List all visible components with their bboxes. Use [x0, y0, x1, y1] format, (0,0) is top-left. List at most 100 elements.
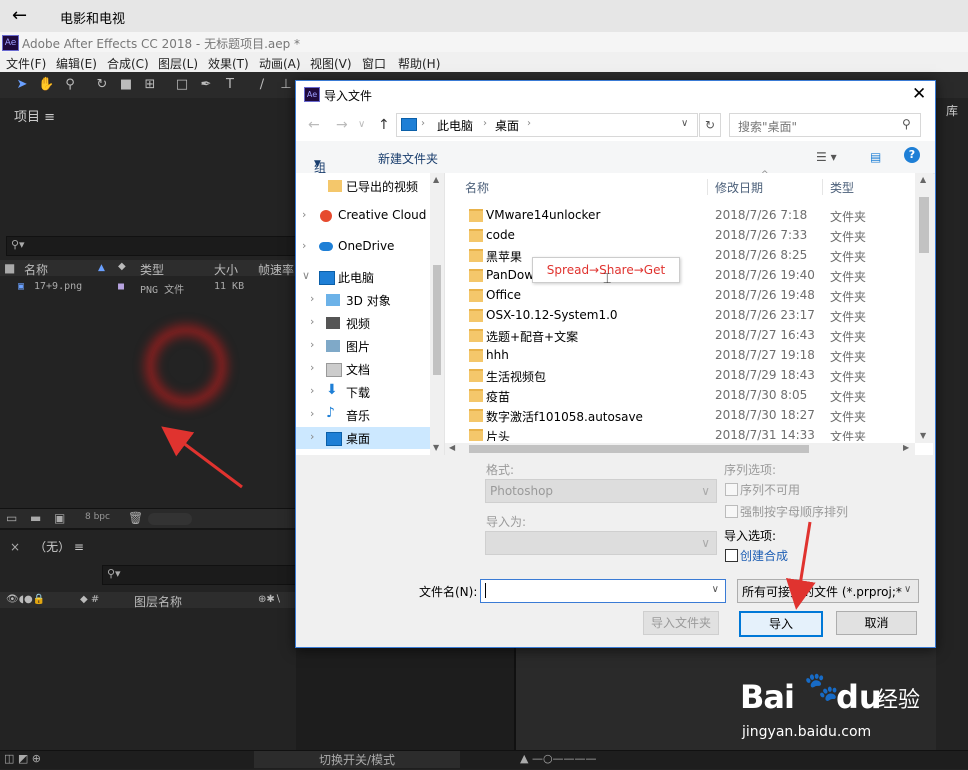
help-icon[interactable]: ? [904, 147, 920, 163]
breadcrumb-desktop[interactable]: 桌面 [495, 117, 519, 134]
up-icon[interactable]: ↑ [378, 117, 390, 133]
preview-pane-icon[interactable]: ▤ [870, 150, 881, 164]
chevron-down-icon[interactable]: ∨ [302, 269, 310, 282]
brush-tool-icon[interactable]: ∕ [254, 77, 270, 93]
scrollbar-thumb[interactable] [433, 265, 441, 375]
nav-scrollbar[interactable]: ▲ ▼ [430, 173, 444, 455]
nav-item-downloads[interactable]: › ⬇ 下载 [296, 381, 430, 403]
scrollbar-thumb[interactable] [469, 445, 809, 453]
column-size[interactable]: 大小 [214, 261, 238, 278]
hand-tool-icon[interactable]: ✋ [38, 77, 54, 93]
nav-item-3d-objects[interactable]: › 3D 对象 [296, 289, 430, 311]
address-bar[interactable]: › 此电脑 › 桌面 › ∨ [396, 113, 698, 137]
bit-depth-button[interactable]: 8 bpc [85, 512, 110, 522]
scroll-right-icon[interactable]: ▶ [903, 443, 909, 452]
menu-animation[interactable]: 动画(A) [259, 55, 301, 72]
recent-chevron-icon[interactable]: ∨ [358, 119, 365, 130]
menu-effect[interactable]: 效果(T) [208, 55, 249, 72]
timeline-zoom-slider[interactable]: ▲ —○———— [520, 752, 597, 765]
timeline-tab[interactable]: × （无） ≡ [10, 538, 84, 555]
file-row[interactable]: 黑苹果 2018/7/26 8:25 文件夹 [445, 245, 915, 265]
refresh-icon[interactable]: ↻ [699, 113, 721, 137]
library-tab[interactable]: 库 [946, 102, 958, 119]
toggle-switches-modes-button[interactable]: 切换开关/模式 [254, 751, 460, 768]
file-row[interactable]: VMware14unlocker 2018/7/26 7:18 文件夹 [445, 205, 915, 225]
chevron-right-icon[interactable]: › [302, 239, 306, 252]
file-row[interactable]: Office 2018/7/26 19:48 文件夹 [445, 285, 915, 305]
chevron-right-icon[interactable]: › [310, 430, 314, 443]
new-folder-button[interactable]: 新建文件夹 [378, 150, 438, 167]
back-arrow-icon[interactable]: ← [12, 5, 27, 26]
file-row[interactable]: 选题+配音+文案 2018/7/27 16:43 文件夹 [445, 325, 915, 345]
file-row[interactable]: 生活视频包 2018/7/29 18:43 文件夹 [445, 365, 915, 385]
nav-item-documents[interactable]: › 文档 [296, 358, 430, 380]
file-row[interactable]: 片头 2018/7/31 14:33 文件夹 [445, 425, 915, 441]
column-layer-name[interactable]: 图层名称 [134, 593, 182, 610]
zoom-tool-icon[interactable]: ⚲ [62, 77, 78, 93]
rotate-tool-icon[interactable]: ↻ [94, 77, 110, 93]
column-date[interactable]: 修改日期 [715, 179, 763, 196]
file-row[interactable]: OSX-10.12-System1.0 2018/7/26 23:17 文件夹 [445, 305, 915, 325]
menu-layer[interactable]: 图层(L) [158, 55, 198, 72]
file-row[interactable]: hhh 2018/7/27 19:18 文件夹 [445, 345, 915, 365]
file-row[interactable]: PanDown 2018/7/26 19:40 文件夹 [445, 265, 915, 285]
stamp-tool-icon[interactable]: ⊥ [278, 77, 294, 93]
panel-menu-icon[interactable]: ≡ [44, 110, 55, 125]
menu-window[interactable]: 窗口 [362, 55, 386, 72]
column-framerate[interactable]: 帧速率 [258, 261, 294, 278]
file-list-vscrollbar[interactable]: ▲ ▼ [915, 173, 933, 443]
status-icons[interactable]: ◫ ◩ ⊕ [4, 752, 41, 765]
delete-icon[interactable]: 🗑 [128, 511, 143, 525]
new-comp-icon[interactable]: ▣ [54, 511, 65, 525]
filetype-select[interactable]: 所有可接受的文件 (*.prproj;*.c ∨ [737, 579, 919, 603]
menu-view[interactable]: 视图(V) [310, 55, 352, 72]
rectangle-tool-icon[interactable]: □ [174, 77, 190, 93]
chevron-right-icon[interactable]: › [310, 407, 314, 420]
menu-file[interactable]: 文件(F) [6, 55, 46, 72]
scroll-down-icon[interactable]: ▼ [433, 443, 439, 452]
type-tool-icon[interactable]: T [222, 77, 238, 93]
nav-item-onedrive[interactable]: › OneDrive [296, 236, 430, 258]
close-icon[interactable]: ✕ [912, 84, 926, 104]
column-name[interactable]: 名称 [465, 179, 489, 196]
create-comp-label[interactable]: 创建合成 [740, 547, 788, 564]
chevron-right-icon[interactable]: › [310, 384, 314, 397]
menu-edit[interactable]: 编辑(E) [56, 55, 97, 72]
nav-item-pictures[interactable]: › 图片 [296, 335, 430, 357]
interpret-footage-icon[interactable]: ▭ [6, 511, 17, 525]
new-folder-icon[interactable]: ▬ [30, 511, 41, 525]
address-dropdown-icon[interactable]: ∨ [681, 118, 688, 129]
file-list-hscrollbar[interactable]: ◀ ▶ [445, 443, 915, 455]
back-icon[interactable]: ← [308, 117, 320, 133]
timeline-search-input[interactable]: ⚲▾ [102, 565, 298, 585]
selection-tool-icon[interactable]: ➤ [14, 77, 30, 93]
file-row[interactable]: 疫苗 2018/7/30 8:05 文件夹 [445, 385, 915, 405]
menu-composition[interactable]: 合成(C) [107, 55, 149, 72]
camera-tool-icon[interactable]: ■ [118, 77, 134, 93]
nav-item-desktop[interactable]: › 桌面 [296, 427, 430, 449]
dialog-search-input[interactable]: 搜索"桌面" ⚲ [729, 113, 921, 137]
create-comp-checkbox[interactable] [725, 549, 738, 562]
zoom-slider[interactable] [148, 513, 192, 525]
column-type[interactable]: 类型 [830, 179, 854, 196]
scrollbar-thumb[interactable] [919, 197, 929, 253]
pen-tool-icon[interactable]: ✒ [198, 77, 214, 93]
project-file-row[interactable]: ▣ 17+9.png ■ PNG 文件 11 KB [0, 280, 296, 296]
column-type[interactable]: 类型 [140, 261, 164, 278]
filename-input[interactable]: ∨ [480, 579, 726, 603]
import-button[interactable]: 导入 [739, 611, 823, 637]
scroll-down-icon[interactable]: ▼ [920, 431, 926, 440]
nav-item-music[interactable]: › ♪ 音乐 [296, 404, 430, 426]
chevron-right-icon[interactable]: › [310, 292, 314, 305]
scroll-up-icon[interactable]: ▲ [920, 175, 926, 184]
chevron-down-icon[interactable]: ∨ [712, 584, 719, 595]
scroll-up-icon[interactable]: ▲ [433, 175, 439, 184]
cancel-button[interactable]: 取消 [836, 611, 917, 635]
menu-help[interactable]: 帮助(H) [398, 55, 440, 72]
forward-icon[interactable]: → [336, 117, 348, 133]
project-search-input[interactable]: ⚲▾ [6, 236, 298, 256]
column-name[interactable]: 名称 [24, 261, 48, 278]
chevron-right-icon[interactable]: › [310, 315, 314, 328]
nav-item-this-pc[interactable]: ∨ 此电脑 [296, 266, 430, 288]
pan-behind-tool-icon[interactable]: ⊞ [142, 77, 158, 93]
